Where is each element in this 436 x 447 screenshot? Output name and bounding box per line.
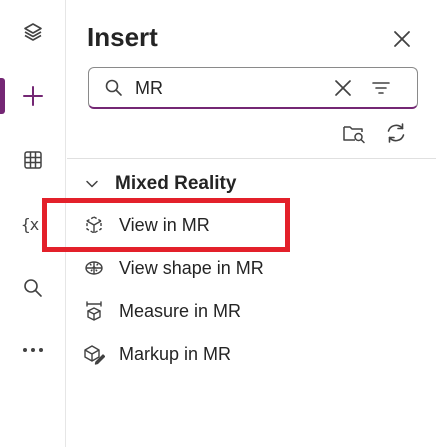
browse-folder-icon[interactable]: [341, 120, 367, 146]
variables-icon: {x: [21, 214, 39, 234]
list-item-view-shape-in-mr[interactable]: View shape in MR: [83, 250, 264, 286]
rail-data-button[interactable]: [0, 138, 66, 182]
highlight-annotation: [42, 198, 290, 252]
list-item-measure-in-mr[interactable]: Measure in MR: [83, 293, 241, 329]
more-icon: [23, 348, 43, 352]
markup-in-mr-icon: [84, 345, 105, 365]
plus-icon: [23, 86, 43, 106]
view-shape-in-mr-icon: [85, 261, 103, 275]
panel-title: Insert: [87, 22, 158, 52]
item-label: Markup in MR: [119, 343, 232, 364]
filter-icon[interactable]: [371, 78, 391, 98]
layers-icon: [24, 23, 42, 41]
search-icon: [105, 79, 122, 96]
divider: [67, 158, 436, 159]
rail-insert-button[interactable]: [0, 74, 66, 118]
rail-search-button[interactable]: [0, 266, 66, 310]
search-box: [88, 67, 418, 109]
close-icon: [394, 31, 410, 47]
item-label: View shape in MR: [119, 257, 264, 278]
list-item-markup-in-mr[interactable]: Markup in MR: [83, 336, 231, 372]
search-input[interactable]: [135, 75, 315, 101]
search-icon: [24, 279, 42, 297]
item-label: Measure in MR: [119, 300, 242, 321]
table-icon: [24, 151, 42, 169]
refresh-icon[interactable]: [383, 120, 409, 146]
chevron-down-icon: [86, 180, 98, 188]
rail-layers-button[interactable]: [0, 10, 66, 54]
rail-more-button[interactable]: [0, 328, 66, 372]
mixed-reality-group-header[interactable]: Mixed Reality: [85, 170, 236, 198]
measure-in-mr-icon: [86, 301, 102, 321]
group-label: Mixed Reality: [115, 173, 237, 194]
close-button[interactable]: [387, 24, 417, 54]
clear-search-icon[interactable]: [333, 78, 353, 98]
